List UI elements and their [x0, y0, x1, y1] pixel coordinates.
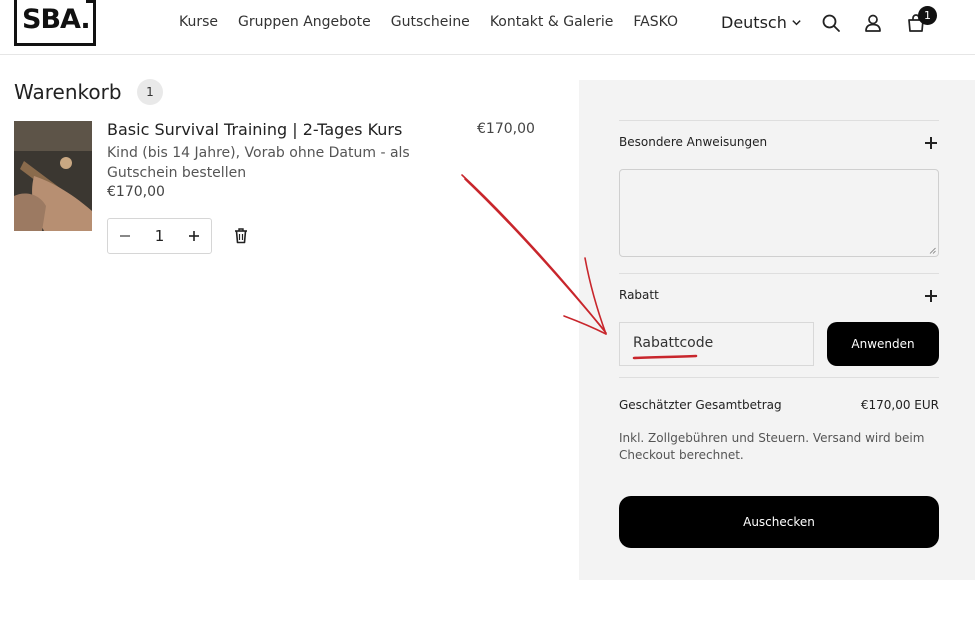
discount-label[interactable]: Rabatt: [619, 288, 659, 302]
nav-gruppen-angebote[interactable]: Gruppen Angebote: [238, 14, 371, 30]
site-header: SBA. Kurse Gruppen Angebote Gutscheine K…: [0, 0, 975, 55]
quantity-decrease-button[interactable]: [108, 219, 142, 253]
product-image[interactable]: [14, 121, 92, 231]
checkout-button[interactable]: Auschecken: [619, 496, 939, 548]
nav-fasko[interactable]: FASKO: [633, 14, 678, 30]
account-icon[interactable]: [863, 13, 883, 33]
nav-kurse[interactable]: Kurse: [179, 14, 218, 30]
minus-icon: [120, 235, 131, 237]
divider: [619, 120, 939, 121]
tax-shipping-note: Inkl. Zollgebühren und Steuern. Versand …: [619, 431, 925, 462]
language-label: Deutsch: [721, 13, 787, 32]
divider: [619, 273, 939, 274]
quantity-stepper: 1: [107, 218, 212, 254]
cart-count-badge: 1: [918, 6, 937, 25]
product-title[interactable]: Basic Survival Training | 2-Tages Kurs: [107, 120, 402, 139]
search-icon[interactable]: [821, 13, 841, 33]
nav-gutscheine[interactable]: Gutscheine: [391, 14, 470, 30]
special-instructions-label[interactable]: Besondere Anweisungen: [619, 135, 767, 149]
product-photo: [14, 121, 92, 231]
expand-instructions-plus-icon[interactable]: [925, 137, 937, 149]
nav-kontakt-galerie[interactable]: Kontakt & Galerie: [490, 14, 614, 30]
item-count-badge: 1: [137, 79, 163, 105]
apply-discount-button[interactable]: Anwenden: [827, 322, 939, 366]
product-line-price: €170,00: [477, 121, 535, 137]
language-selector[interactable]: Deutsch: [721, 13, 802, 32]
product-options: Kind (bis 14 Jahre), Vorab ohne Datum - …: [107, 145, 410, 181]
logo[interactable]: SBA.: [14, 0, 96, 46]
product-unit-price: €170,00: [107, 184, 165, 200]
quantity-increase-button[interactable]: [177, 219, 211, 253]
expand-discount-plus-icon[interactable]: [925, 290, 937, 302]
estimated-total-label: Geschätzter Gesamtbetrag: [619, 398, 782, 412]
main-nav: Kurse Gruppen Angebote Gutscheine Kontak…: [179, 14, 678, 30]
estimated-total-value: €170,00 EUR: [860, 398, 939, 412]
chevron-down-icon: [792, 20, 801, 26]
logo-text: SBA.: [22, 4, 91, 35]
divider: [619, 377, 939, 378]
page-title: Warenkorb: [14, 80, 122, 104]
discount-code-input[interactable]: Rabattcode: [619, 322, 814, 366]
trash-icon[interactable]: [233, 227, 249, 244]
quantity-input[interactable]: 1: [142, 227, 176, 245]
resize-grip-icon[interactable]: [929, 247, 936, 254]
special-instructions-textarea[interactable]: [619, 169, 939, 257]
plus-icon: [188, 231, 199, 241]
